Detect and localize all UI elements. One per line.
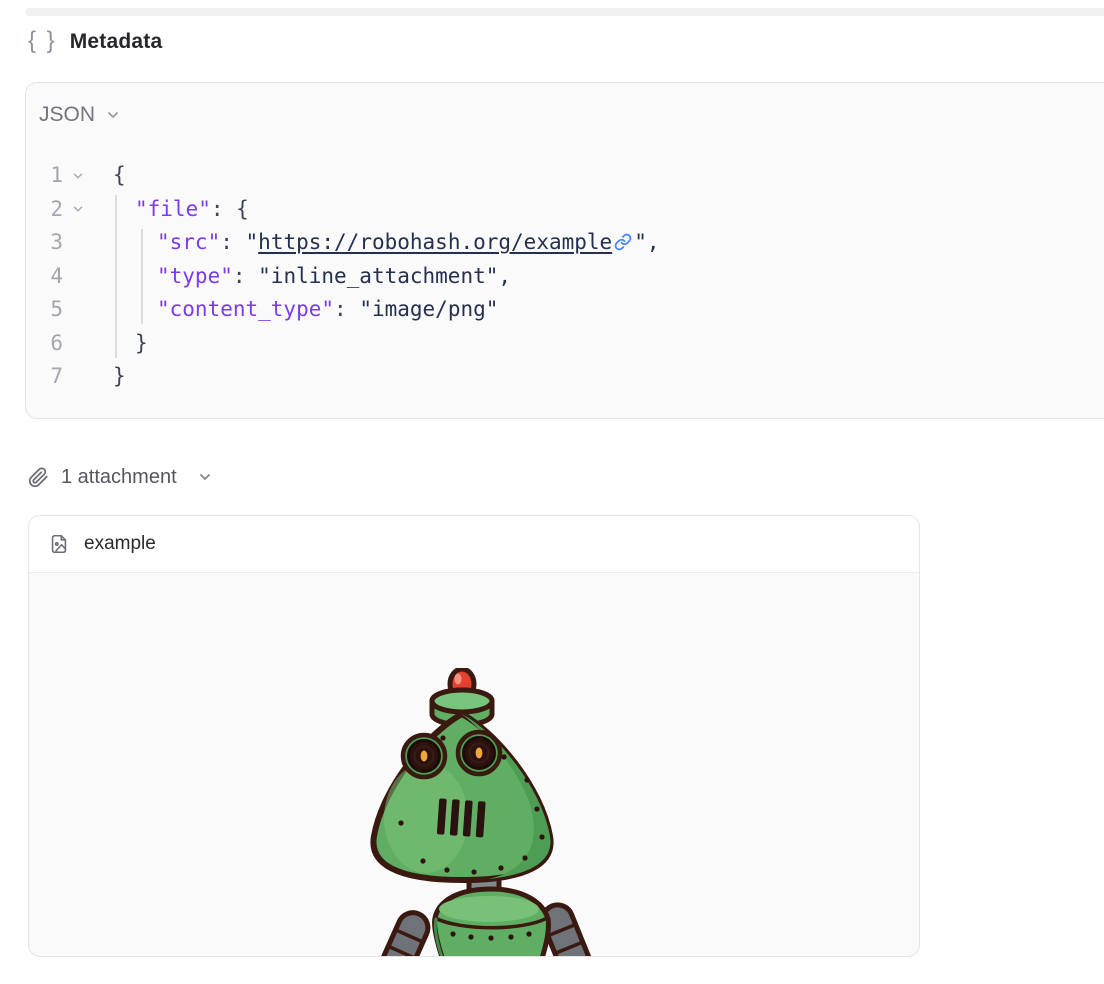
json-token: { bbox=[113, 163, 126, 187]
json-token: } bbox=[135, 331, 148, 355]
fold-gutter bbox=[63, 293, 93, 327]
attachments-count-label: 1 attachment bbox=[61, 466, 177, 489]
code-line: 5 "content_type": "image/png" bbox=[26, 293, 1104, 327]
line-number: 2 bbox=[26, 193, 63, 227]
image-file-icon bbox=[48, 533, 70, 555]
indent-guide bbox=[141, 229, 143, 324]
metadata-section-header: { } Metadata bbox=[28, 26, 162, 58]
fold-gutter bbox=[63, 226, 93, 260]
json-token: : bbox=[220, 230, 245, 254]
code-line: 1{ bbox=[26, 159, 1104, 193]
code-line: 4 "type": "inline_attachment", bbox=[26, 260, 1104, 294]
attachments-toggle[interactable]: 1 attachment bbox=[28, 461, 213, 493]
code-line: 3 "src": "https://robohash.org/example ", bbox=[26, 226, 1104, 260]
code-text: { bbox=[113, 159, 126, 193]
link-icon[interactable] bbox=[612, 226, 634, 260]
code-text: "type": "inline_attachment", bbox=[113, 260, 511, 294]
json-editor: JSON 1{2"file": {3"src": "https://roboha… bbox=[25, 82, 1104, 419]
code-line: 6} bbox=[26, 327, 1104, 361]
json-token: "src" bbox=[157, 230, 220, 254]
chevron-down-icon bbox=[105, 107, 121, 123]
fold-gutter bbox=[63, 327, 93, 361]
code-text: "src": "https://robohash.org/example ", bbox=[113, 226, 659, 260]
language-label: JSON bbox=[39, 103, 95, 127]
code-line: 2 "file": { bbox=[26, 193, 1104, 227]
fold-gutter bbox=[63, 360, 93, 394]
json-token: { bbox=[236, 197, 249, 221]
json-token: : bbox=[211, 197, 236, 221]
fold-gutter bbox=[63, 260, 93, 294]
json-token: "type" bbox=[157, 264, 233, 288]
language-selector[interactable]: JSON bbox=[26, 83, 156, 127]
code-lines: 1{2"file": {3"src": "https://robohash.or… bbox=[26, 159, 1104, 394]
code-area: 1{2"file": {3"src": "https://robohash.or… bbox=[26, 159, 1104, 394]
code-line: 7} bbox=[26, 360, 1104, 394]
attachment-preview bbox=[29, 573, 919, 956]
json-token: "inline_attachment", bbox=[258, 264, 511, 288]
indent-guide bbox=[115, 195, 117, 358]
chevron-down-icon bbox=[197, 469, 213, 485]
json-token: : bbox=[233, 264, 258, 288]
fold-chevron-icon[interactable] bbox=[63, 159, 93, 193]
attachment-card: example bbox=[28, 515, 920, 957]
json-token: "image/png" bbox=[359, 297, 498, 321]
line-number: 6 bbox=[26, 327, 63, 361]
page-title: Metadata bbox=[70, 30, 163, 54]
json-token: ", bbox=[634, 230, 659, 254]
top-divider bbox=[25, 8, 1104, 16]
robot-avatar-image bbox=[331, 668, 611, 957]
braces-icon: { } bbox=[28, 29, 57, 53]
json-url-link[interactable]: https://robohash.org/example bbox=[258, 230, 612, 254]
json-token: } bbox=[113, 364, 126, 388]
line-number: 5 bbox=[26, 293, 63, 327]
line-number: 7 bbox=[26, 360, 63, 394]
line-number: 1 bbox=[26, 159, 63, 193]
code-text: } bbox=[113, 327, 148, 361]
attachment-name: example bbox=[84, 533, 156, 555]
json-token: " bbox=[246, 230, 259, 254]
attachment-card-header[interactable]: example bbox=[29, 516, 919, 573]
fold-chevron-icon[interactable] bbox=[63, 193, 93, 227]
json-token: : bbox=[334, 297, 359, 321]
json-token: "file" bbox=[135, 197, 211, 221]
line-number: 3 bbox=[26, 226, 63, 260]
code-text: "content_type": "image/png" bbox=[113, 293, 498, 327]
paperclip-icon bbox=[28, 467, 49, 488]
code-text: } bbox=[113, 360, 126, 394]
json-token: "content_type" bbox=[157, 297, 334, 321]
line-number: 4 bbox=[26, 260, 63, 294]
code-text: "file": { bbox=[113, 193, 249, 227]
